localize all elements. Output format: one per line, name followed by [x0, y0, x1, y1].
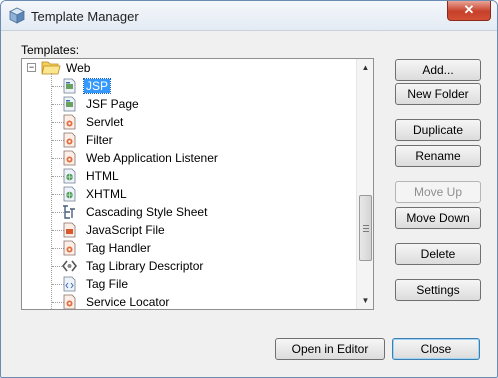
tree-item-label: XHTML	[86, 187, 127, 201]
tree-vertical-scrollbar[interactable]: ▲ ▼	[356, 59, 373, 309]
scroll-thumb[interactable]	[359, 195, 372, 261]
jsp-file-icon	[62, 96, 77, 112]
tld-file-icon	[61, 258, 78, 274]
tree-item-label: Web Application Listener	[86, 151, 218, 165]
jsp-file-icon	[62, 78, 77, 94]
java-class-icon	[62, 240, 77, 256]
netbeans-cube-icon	[9, 7, 25, 24]
html-file-icon	[62, 186, 77, 202]
tree-item-label: Tag Library Descriptor	[86, 259, 204, 273]
collapse-toggle-icon[interactable]: −	[27, 63, 36, 72]
tree-item-label: Service Locator	[86, 295, 170, 309]
delete-button[interactable]: Delete	[395, 243, 481, 265]
tree-item-label: JSP	[82, 78, 112, 94]
move-up-button[interactable]: Move Up	[395, 181, 481, 203]
tree-item[interactable]: Web Application Listener	[22, 149, 357, 167]
tree-item-label: Tag File	[86, 277, 129, 291]
settings-button[interactable]: Settings	[395, 279, 481, 301]
java-class-icon	[62, 150, 77, 166]
new-folder-button[interactable]: New Folder	[395, 83, 481, 105]
tree-item[interactable]: Tag Handler	[22, 239, 357, 257]
css-file-icon	[62, 204, 77, 220]
rename-button[interactable]: Rename	[395, 145, 481, 167]
close-button[interactable]: Close	[392, 338, 480, 360]
js-file-icon	[62, 222, 77, 238]
java-class-icon	[62, 294, 77, 309]
java-class-icon	[62, 132, 77, 148]
grip-line	[363, 225, 369, 226]
move-down-button[interactable]: Move Down	[395, 207, 481, 229]
tree-item-label: Tag Handler	[86, 241, 151, 255]
tree-item[interactable]: HTML	[22, 167, 357, 185]
tree-item[interactable]: Cascading Style Sheet	[22, 203, 357, 221]
tree-item[interactable]: JSP	[22, 77, 357, 95]
window-close-button[interactable]: ✕	[447, 1, 491, 21]
tree-item[interactable]: Filter	[22, 131, 357, 149]
window-title: Template Manager	[31, 9, 139, 24]
scroll-down-arrow-icon[interactable]: ▼	[357, 292, 373, 309]
templates-label: Templates:	[21, 43, 80, 57]
tree-item[interactable]: Tag File	[22, 275, 357, 293]
tree-item-label: Cascading Style Sheet	[86, 205, 208, 219]
tree-item[interactable]: XHTML	[22, 185, 357, 203]
grip-line	[363, 231, 369, 232]
title-bar[interactable]: Template Manager ✕	[1, 1, 497, 31]
tree-item-label: JSF Page	[86, 97, 139, 111]
html-file-icon	[62, 168, 77, 184]
close-icon: ✕	[463, 2, 475, 17]
java-class-icon	[62, 114, 77, 130]
grip-line	[363, 228, 369, 229]
duplicate-button[interactable]: Duplicate	[395, 119, 481, 141]
tree-item-label: Filter	[86, 133, 113, 147]
tree-item-label: Servlet	[86, 115, 124, 129]
tree-item[interactable]: Servlet	[22, 113, 357, 131]
scroll-up-arrow-icon[interactable]: ▲	[357, 59, 373, 76]
tree-item[interactable]: JavaScript File	[22, 221, 357, 239]
tree-item[interactable]: Service Locator	[22, 293, 357, 309]
add-button[interactable]: Add...	[395, 59, 481, 81]
template-manager-window: Template Manager ✕ Templates: − Web JSP J…	[0, 0, 498, 378]
tree-item[interactable]: Tag Library Descriptor	[22, 257, 357, 275]
tree-item-label: HTML	[86, 169, 119, 183]
templates-tree[interactable]: − Web JSP JSF Page Servlet Filter Web Applic…	[21, 58, 374, 310]
tree-root-web[interactable]: Web	[66, 61, 90, 75]
open-in-editor-button[interactable]: Open in Editor	[275, 338, 385, 360]
tree-item[interactable]: JSF Page	[22, 95, 357, 113]
tree-item-label: JavaScript File	[86, 223, 165, 237]
tag-file-icon	[62, 276, 77, 292]
